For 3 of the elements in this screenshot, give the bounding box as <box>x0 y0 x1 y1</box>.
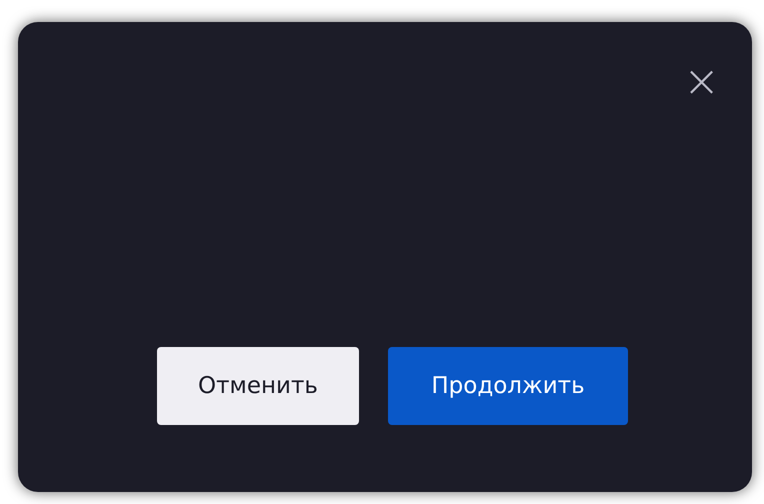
close-button[interactable]: × <box>677 62 726 102</box>
cancel-button[interactable]: Отменить <box>157 347 359 425</box>
continue-button[interactable]: Продолжить <box>388 347 628 425</box>
